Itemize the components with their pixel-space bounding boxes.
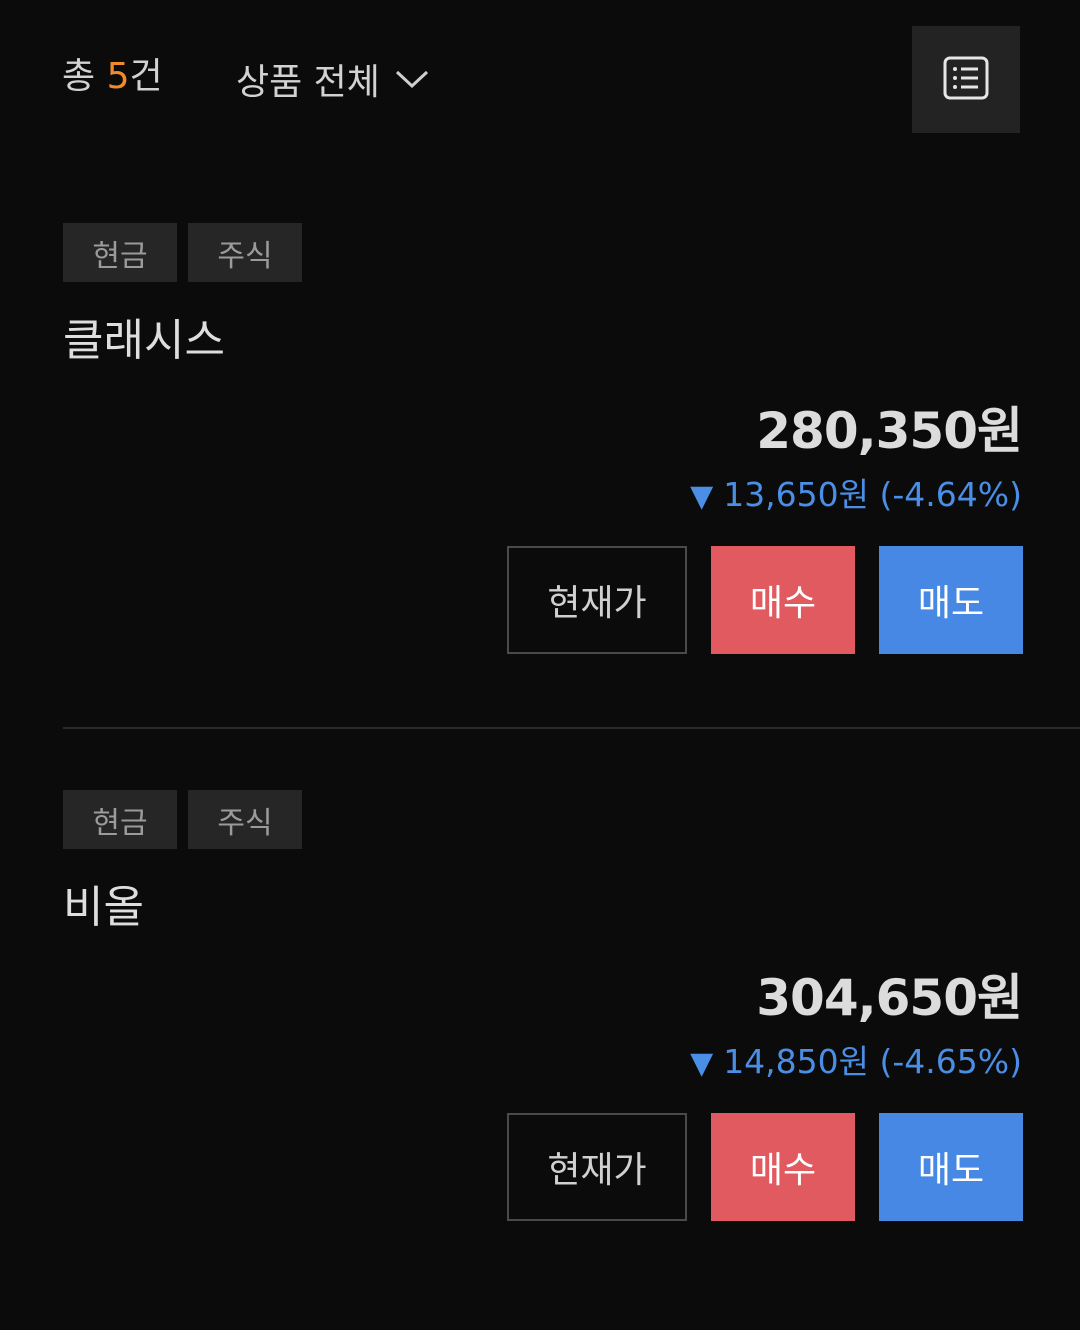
tag-group: 현금 주식 — [63, 223, 313, 282]
total-count-label: 총 5건 — [62, 52, 163, 102]
item-divider — [63, 727, 1080, 729]
current-price-button[interactable]: 현재가 — [507, 1113, 687, 1221]
current-price-button[interactable]: 현재가 — [507, 546, 687, 654]
tag-account-type: 현금 — [63, 790, 177, 849]
list-view-icon — [943, 56, 989, 104]
stock-item: 현금 주식 클래시스 280,350원 ▼ 13,650원 (-4.64%) 현재… — [0, 223, 1080, 763]
list-view-button[interactable] — [912, 26, 1020, 133]
down-arrow-icon: ▼ — [690, 1046, 714, 1081]
stock-name[interactable]: 클래시스 — [63, 311, 225, 371]
list-header: 총 5건 상품 전체 — [0, 0, 1080, 160]
stock-price: 304,650원 — [756, 969, 1023, 1027]
stock-price: 280,350원 — [756, 402, 1023, 460]
buy-button[interactable]: 매수 — [711, 1113, 855, 1221]
tag-asset-type: 주식 — [188, 790, 302, 849]
price-change: ▼ 13,650원 (-4.64%) — [690, 473, 1022, 519]
action-buttons: 현재가 매수 매도 — [507, 546, 1023, 654]
sell-button[interactable]: 매도 — [879, 1113, 1023, 1221]
stock-name[interactable]: 비올 — [63, 878, 144, 938]
product-filter-dropdown[interactable]: 상품 전체 — [236, 52, 430, 106]
action-buttons: 현재가 매수 매도 — [507, 1113, 1023, 1221]
down-arrow-icon: ▼ — [690, 479, 714, 514]
price-change-value: 14,850원 (-4.65%) — [723, 1042, 1022, 1081]
tag-account-type: 현금 — [63, 223, 177, 282]
tag-asset-type: 주식 — [188, 223, 302, 282]
product-filter-label: 상품 전체 — [236, 62, 380, 103]
chevron-down-icon — [394, 61, 430, 97]
price-change-value: 13,650원 (-4.64%) — [723, 475, 1022, 514]
buy-button[interactable]: 매수 — [711, 546, 855, 654]
tag-group: 현금 주식 — [63, 790, 313, 849]
price-change: ▼ 14,850원 (-4.65%) — [690, 1040, 1022, 1086]
total-prefix: 총 — [62, 56, 107, 97]
total-count: 5 — [106, 56, 130, 97]
stock-item: 현금 주식 비올 304,650원 ▼ 14,850원 (-4.65%) 현재가 … — [0, 790, 1080, 1330]
sell-button[interactable]: 매도 — [879, 546, 1023, 654]
total-suffix: 건 — [129, 56, 163, 97]
